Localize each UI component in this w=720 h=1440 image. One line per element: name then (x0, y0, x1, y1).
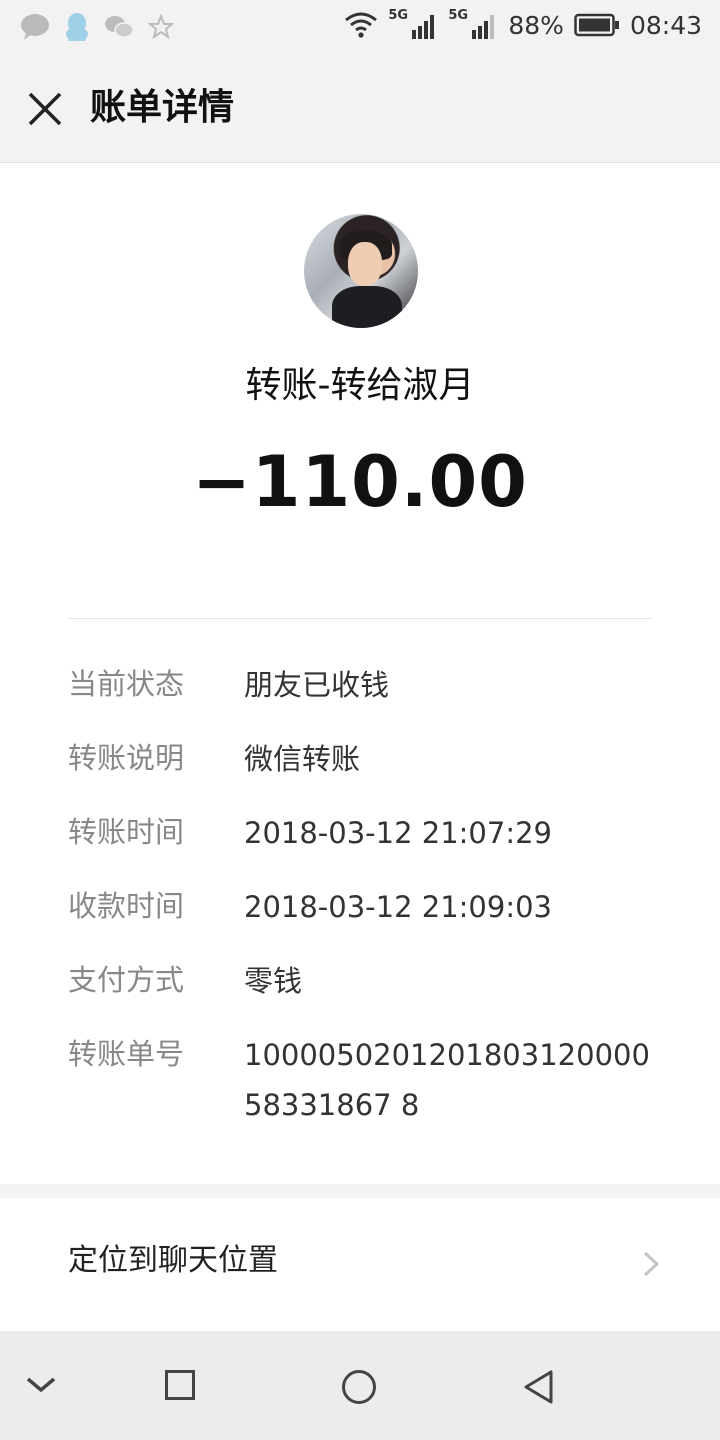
home-button[interactable] (341, 1369, 377, 1409)
back-icon (524, 1370, 553, 1404)
signal-icon: 5G (388, 8, 438, 40)
detail-label: 当前状态 (68, 667, 185, 701)
clock: 08:43 (629, 10, 702, 40)
wechat-icon (104, 14, 134, 40)
detail-row-note: 转账说明 微信转账 (68, 739, 668, 784)
detail-label: 转账说明 (68, 741, 185, 775)
detail-label: 收款时间 (68, 889, 185, 923)
home-icon (342, 1370, 376, 1404)
detail-row-transfer-time: 转账时间 2018-03-12 21:07:29 (68, 813, 668, 858)
back-button[interactable] (522, 1369, 556, 1409)
detail-row-transfer-id: 转账单号 100005020120180312000058331867 8 (68, 1035, 668, 1130)
divider (68, 618, 652, 619)
locate-chat-button[interactable]: 定位到聊天位置 (0, 1198, 720, 1330)
qq-icon (64, 12, 90, 42)
chevron-down-icon (26, 1377, 56, 1393)
star-icon (148, 14, 174, 40)
message-icon (20, 13, 50, 41)
close-icon (28, 92, 62, 126)
detail-row-payment-method: 支付方式 零钱 (68, 961, 668, 1006)
detail-value: 零钱 (244, 964, 303, 998)
header-bar: 账单详情 (0, 56, 720, 163)
detail-value: 100005020120180312000058331867 8 (244, 1038, 650, 1122)
signal-icon-2: 5G (448, 8, 498, 40)
status-bar: 5G 5G 88% 08:43 (0, 0, 720, 56)
detail-label: 转账单号 (68, 1037, 185, 1071)
avatar[interactable] (304, 214, 418, 328)
detail-value: 2018-03-12 21:07:29 (244, 816, 552, 850)
detail-value: 2018-03-12 21:09:03 (244, 890, 552, 924)
battery-percent: 88% (508, 10, 564, 40)
chevron-right-icon (643, 1251, 660, 1277)
wifi-icon (344, 11, 378, 39)
locate-chat-label: 定位到聊天位置 (68, 1243, 278, 1278)
detail-value: 朋友已收钱 (244, 668, 390, 702)
details-list: 当前状态 朋友已收钱 转账说明 微信转账 转账时间 2018-03-12 21:… (68, 665, 668, 1159)
detail-row-receive-time: 收款时间 2018-03-12 21:09:03 (68, 887, 668, 932)
detail-row-status: 当前状态 朋友已收钱 (68, 665, 668, 710)
recent-apps-icon (165, 1370, 195, 1400)
hide-nav-button[interactable] (24, 1369, 58, 1403)
page-title: 账单详情 (90, 87, 235, 128)
transaction-title: 转账-转给淑月 (245, 365, 475, 406)
recent-apps-button[interactable] (164, 1369, 196, 1405)
close-button[interactable] (24, 88, 66, 130)
battery-icon (574, 13, 620, 37)
detail-value: 微信转账 (244, 742, 361, 776)
detail-label: 转账时间 (68, 815, 185, 849)
navigation-bar (0, 1331, 720, 1440)
transaction-amount: −110.00 (192, 441, 528, 523)
detail-label: 支付方式 (68, 963, 185, 997)
section-gap (0, 1184, 720, 1198)
